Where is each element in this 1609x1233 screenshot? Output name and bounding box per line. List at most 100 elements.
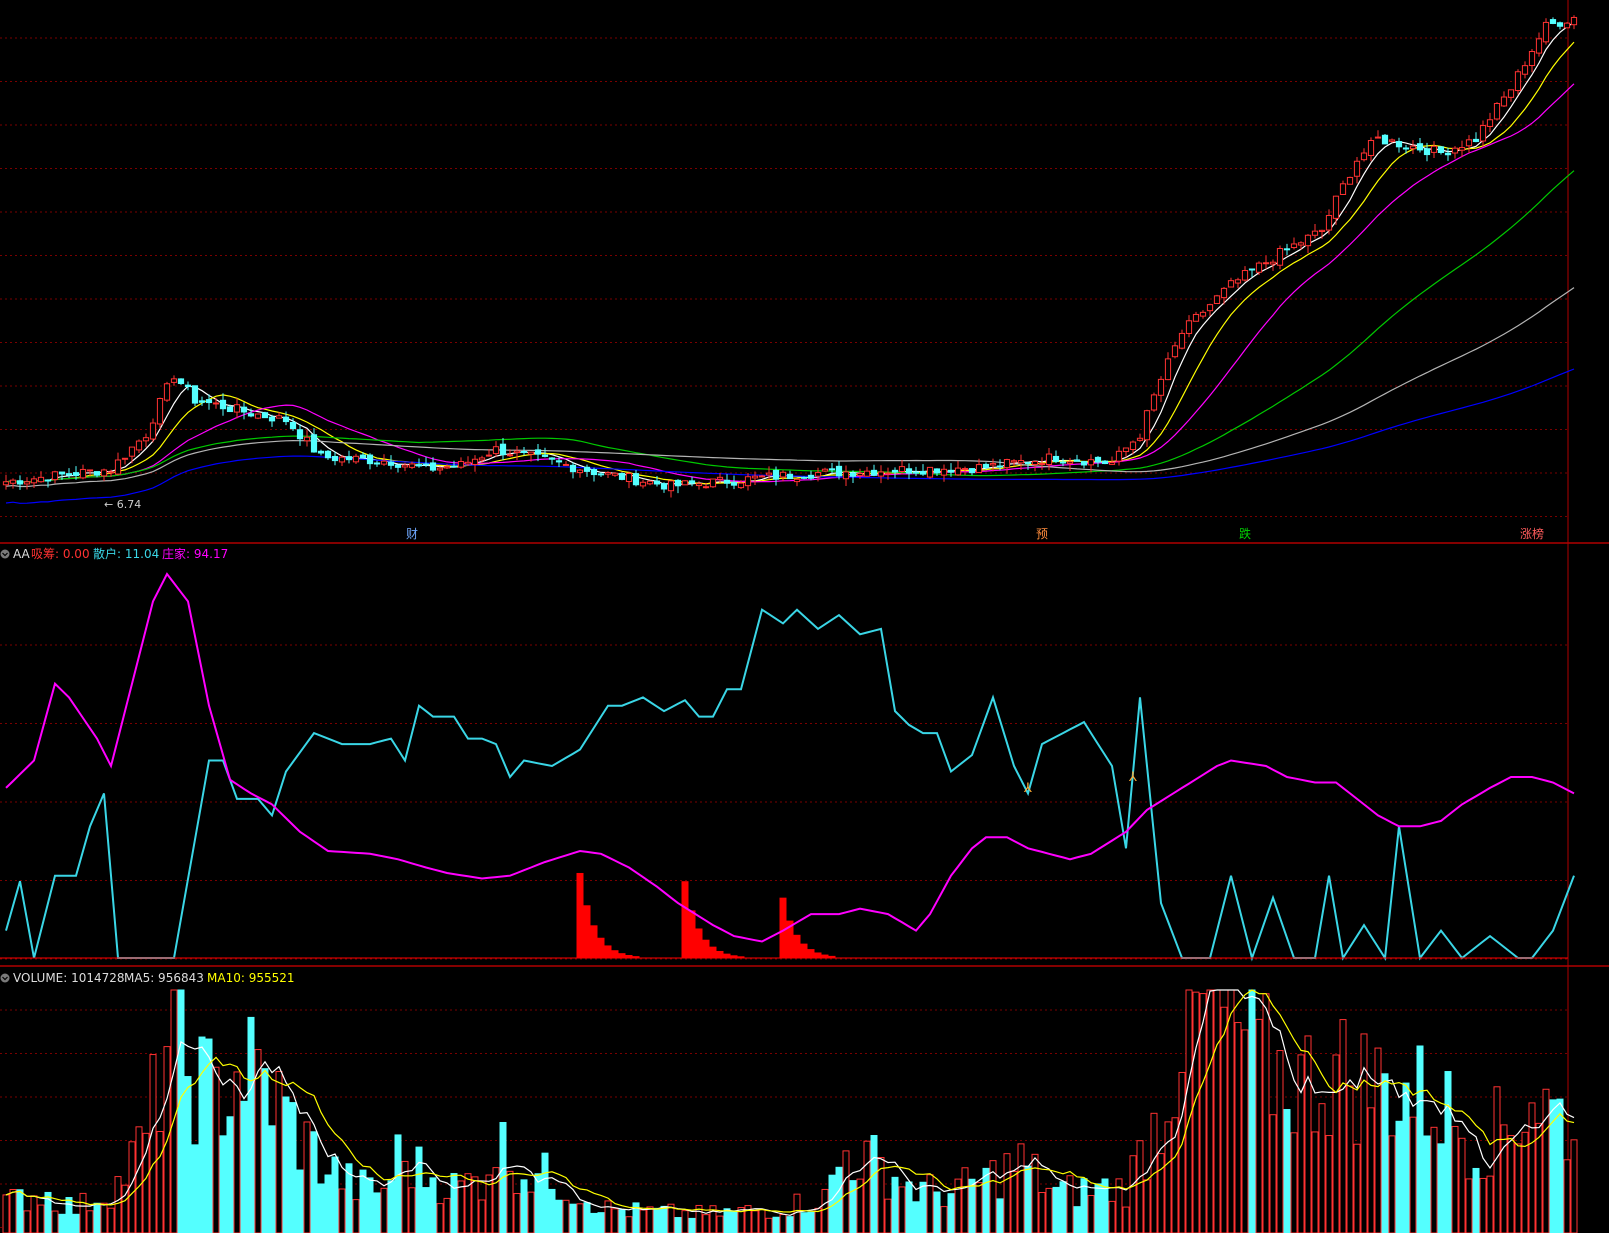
price-panel[interactable]: ← 6.74 财 预 跌 涨榜 bbox=[2, 15, 1578, 541]
candle-body bbox=[1304, 234, 1312, 247]
candle bbox=[317, 449, 325, 456]
candle bbox=[681, 480, 689, 486]
volume-bar bbox=[1017, 1143, 1025, 1233]
volume-bar bbox=[1171, 1117, 1179, 1233]
volume-bar bbox=[527, 1191, 535, 1233]
volume-bar bbox=[282, 1096, 290, 1233]
candle bbox=[793, 478, 801, 487]
candle bbox=[177, 378, 185, 385]
candle bbox=[219, 393, 227, 416]
volume-bar bbox=[842, 1150, 850, 1233]
volume-bar bbox=[9, 1188, 17, 1233]
candle-body bbox=[65, 473, 73, 476]
volume-bar bbox=[1164, 1121, 1172, 1233]
volume-bar bbox=[1353, 1143, 1361, 1233]
candle-body bbox=[51, 471, 59, 481]
candle bbox=[709, 478, 717, 488]
volume-bar bbox=[324, 1174, 332, 1233]
candle bbox=[968, 468, 976, 476]
accumulation-bar bbox=[576, 872, 584, 958]
candle-body bbox=[1500, 96, 1508, 107]
candle bbox=[1556, 21, 1564, 30]
volume-bar bbox=[996, 1198, 1004, 1233]
volume-bar bbox=[1332, 1054, 1340, 1233]
candle-body bbox=[1150, 394, 1158, 411]
legend-value: MA5: 956843 bbox=[124, 971, 204, 985]
volume-bar bbox=[1122, 1206, 1130, 1233]
volume-bar bbox=[947, 1193, 955, 1233]
accumulation-bar bbox=[604, 945, 612, 958]
candle bbox=[184, 381, 192, 391]
volume-bar bbox=[429, 1177, 437, 1233]
candle-body bbox=[1297, 242, 1305, 246]
volume-bar bbox=[387, 1180, 395, 1233]
candle-body bbox=[457, 460, 465, 468]
volume-bar bbox=[380, 1187, 388, 1233]
volume-bar bbox=[436, 1203, 444, 1233]
candle bbox=[667, 480, 675, 498]
candle bbox=[1500, 91, 1508, 108]
volume-bar bbox=[1395, 1120, 1403, 1233]
volume-bar bbox=[1304, 1035, 1312, 1233]
candle bbox=[1360, 148, 1368, 162]
volume-bar bbox=[30, 1195, 38, 1233]
candle-body bbox=[1003, 459, 1011, 469]
candle-body bbox=[275, 415, 283, 419]
candle bbox=[926, 466, 934, 479]
indicator-name: AA bbox=[13, 547, 31, 561]
volume-bar bbox=[933, 1191, 941, 1233]
candle-body bbox=[394, 464, 402, 468]
circle-chevron-icon bbox=[0, 973, 10, 983]
volume-bar bbox=[1024, 1165, 1032, 1233]
candle bbox=[1073, 454, 1081, 462]
volume-bar bbox=[555, 1199, 563, 1233]
candle bbox=[1185, 315, 1193, 338]
volume-bar bbox=[1500, 1124, 1508, 1233]
candle-body bbox=[1143, 410, 1151, 441]
candle-body bbox=[576, 469, 584, 474]
candle-body bbox=[1332, 195, 1340, 219]
candle-body bbox=[667, 480, 675, 492]
candle-body bbox=[884, 472, 892, 475]
volume-bar bbox=[1402, 1082, 1410, 1233]
candle-body bbox=[450, 465, 458, 468]
volume-bar bbox=[51, 1210, 59, 1233]
volume-bar bbox=[268, 1125, 276, 1233]
volume-bar bbox=[184, 1076, 192, 1233]
candle bbox=[296, 423, 304, 446]
volume-panel[interactable] bbox=[2, 989, 1578, 1233]
volume-bar bbox=[86, 1210, 94, 1233]
candle bbox=[1038, 457, 1046, 470]
candle-body bbox=[310, 434, 318, 453]
volume-bar bbox=[1276, 1050, 1284, 1233]
candle-body bbox=[1038, 462, 1046, 465]
indicator-panel[interactable]: ⅄⅄ bbox=[0, 572, 1575, 962]
candle bbox=[135, 439, 143, 453]
candle bbox=[1458, 140, 1466, 158]
candle-body bbox=[856, 473, 864, 477]
candle-body bbox=[1094, 456, 1102, 463]
candle-body bbox=[226, 406, 234, 413]
legend-value: MA10: 955521 bbox=[207, 971, 295, 985]
candle-body bbox=[793, 478, 801, 483]
candle-body bbox=[940, 468, 948, 476]
candle bbox=[1430, 141, 1438, 159]
volume-bar bbox=[1451, 1125, 1459, 1233]
volume-bar bbox=[982, 1167, 990, 1233]
candle-body bbox=[1563, 22, 1571, 29]
candle-body bbox=[492, 446, 500, 455]
candle-body bbox=[1052, 455, 1060, 462]
signal-marker-icon: ⅄ bbox=[1023, 781, 1032, 796]
event-label: 预 bbox=[1036, 527, 1048, 541]
volume-bar bbox=[541, 1152, 549, 1233]
candle-body bbox=[1115, 450, 1123, 462]
candle-body bbox=[72, 472, 80, 476]
candle bbox=[1409, 140, 1417, 154]
candle-body bbox=[709, 478, 717, 488]
candle-body bbox=[380, 460, 388, 465]
candle-body bbox=[1374, 136, 1382, 139]
volume-bar bbox=[674, 1217, 682, 1233]
volume-bar bbox=[1248, 989, 1256, 1233]
candle bbox=[1276, 245, 1284, 270]
candle bbox=[1472, 132, 1480, 143]
